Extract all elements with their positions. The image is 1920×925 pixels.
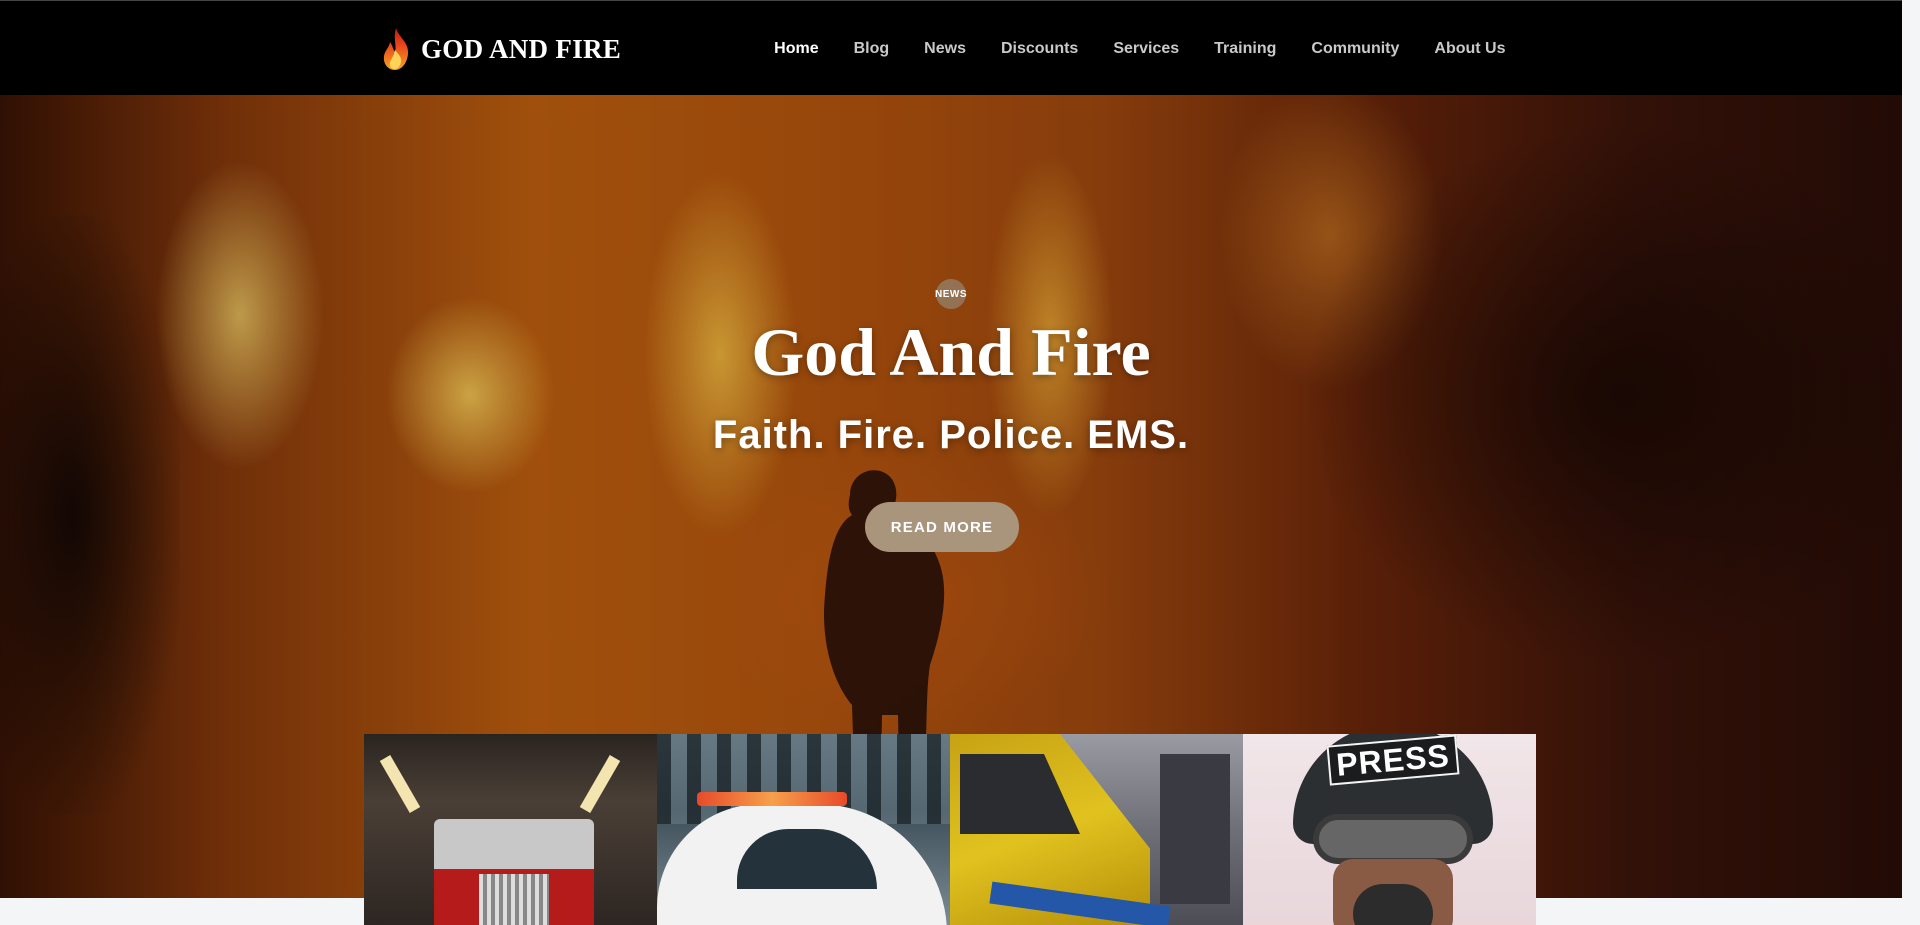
hero-subtitle: Faith. Fire. Police. EMS. <box>712 413 1190 457</box>
card-ambulance[interactable] <box>950 734 1243 925</box>
card-press[interactable]: PRESS <box>1243 734 1536 925</box>
police-lightbar <box>697 792 847 806</box>
hero-title: God And Fire <box>751 314 1151 390</box>
site-logo[interactable]: GOD AND FIRE <box>379 25 621 73</box>
card-fire-truck[interactable] <box>364 734 657 925</box>
category-badge[interactable]: NEWS <box>935 279 967 309</box>
fire-truck-grill <box>479 874 549 925</box>
featured-cards: PRESS <box>364 734 1536 925</box>
nav-services[interactable]: Services <box>1096 40 1197 58</box>
nav-news[interactable]: News <box>907 40 984 58</box>
ceiling-light <box>579 755 621 813</box>
main-nav: Home Blog News Discounts Services Traini… <box>757 1 1523 96</box>
logo-text: GOD AND FIRE <box>421 33 622 64</box>
card-police-car[interactable] <box>657 734 950 925</box>
ceiling-light <box>379 755 421 813</box>
site-header: GOD AND FIRE Home Blog News Discounts Se… <box>0 0 1902 95</box>
goggles <box>1313 814 1473 864</box>
nav-community[interactable]: Community <box>1294 40 1417 58</box>
nav-blog[interactable]: Blog <box>836 40 907 58</box>
flame-icon <box>383 28 409 70</box>
gas-mask <box>1353 884 1433 925</box>
nav-discounts[interactable]: Discounts <box>983 40 1095 58</box>
nav-about-us[interactable]: About Us <box>1417 40 1523 58</box>
building-door <box>1160 754 1230 904</box>
nav-home[interactable]: Home <box>757 40 836 58</box>
nav-training[interactable]: Training <box>1197 40 1294 58</box>
read-more-button[interactable]: READ MORE <box>865 502 1019 552</box>
